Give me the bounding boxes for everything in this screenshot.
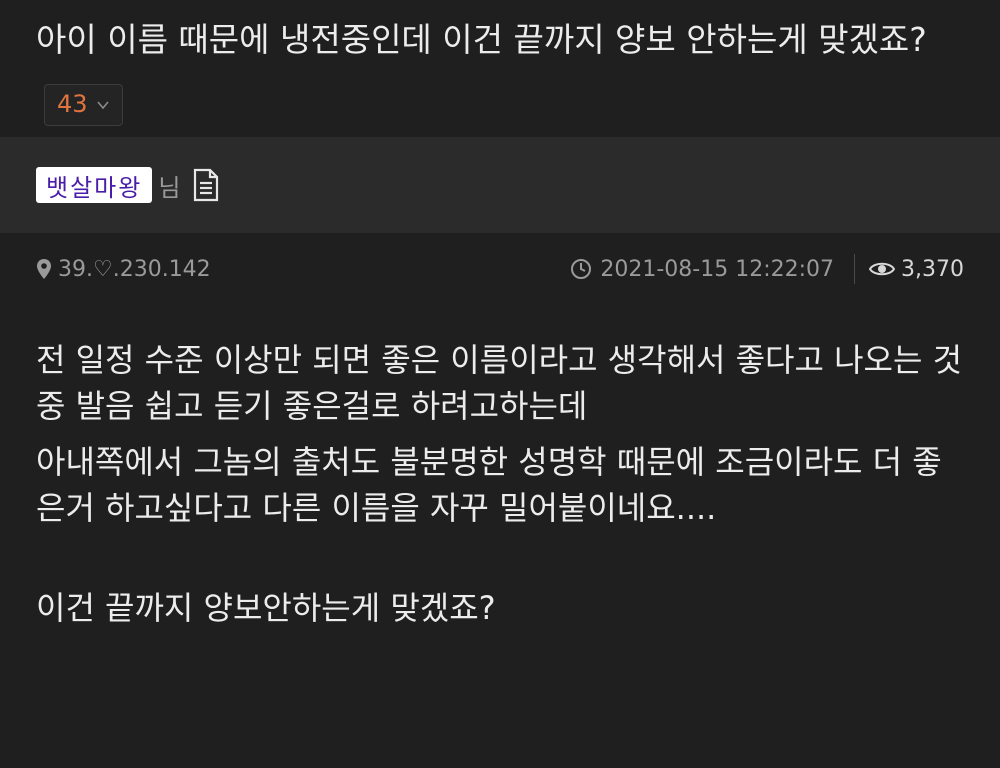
author-bar: 뱃살마왕 님 [0, 137, 1000, 233]
eye-icon [869, 262, 896, 276]
view-count: 3,370 [901, 256, 964, 282]
author-suffix: 님 [158, 173, 181, 202]
comment-count: 43 [57, 90, 88, 118]
post-stats: 2021-08-15 12:22:07 3,370 [570, 254, 964, 284]
body-paragraph: 전 일정 수준 이상만 되면 좋은 이름이라고 생각해서 좋다고 나오는 것 중… [36, 341, 963, 425]
post-meta: 39.♡.230.142 2021-08-15 12:22:07 3,370 [0, 233, 1000, 305]
post-body: 전 일정 수준 이상만 되면 좋은 이름이라고 생각해서 좋다고 나오는 것 중… [0, 305, 1000, 631]
post-header: 아이 이름 때문에 냉전중인데 이건 끝까지 양보 안하는게 맞겠죠? 43 [0, 0, 1000, 137]
author-nickname[interactable]: 뱃살마왕 [36, 167, 153, 203]
post-title-text: 아이 이름 때문에 냉전중인데 이건 끝까지 양보 안하는게 맞겠죠? [36, 20, 927, 59]
body-paragraph: 이건 끝까지 양보안하는게 맞겠죠? [36, 589, 496, 627]
body-paragraph: 아내쪽에서 그놈의 출처도 불분명한 성명학 때문에 조금이라도 더 좋은거 하… [36, 443, 942, 527]
comment-count-button[interactable]: 43 [44, 83, 123, 126]
chevron-down-icon [96, 100, 109, 109]
meta-divider [854, 254, 856, 284]
ip-info: 39.♡.230.142 [36, 257, 211, 282]
clock-icon [571, 259, 592, 279]
post-datetime: 2021-08-15 12:22:07 [600, 256, 835, 282]
location-pin-icon [37, 259, 51, 279]
document-icon[interactable] [192, 168, 220, 202]
ip-address: 39.♡.230.142 [58, 256, 211, 282]
post-title: 아이 이름 때문에 냉전중인데 이건 끝까지 양보 안하는게 맞겠죠? 43 [36, 8, 970, 134]
